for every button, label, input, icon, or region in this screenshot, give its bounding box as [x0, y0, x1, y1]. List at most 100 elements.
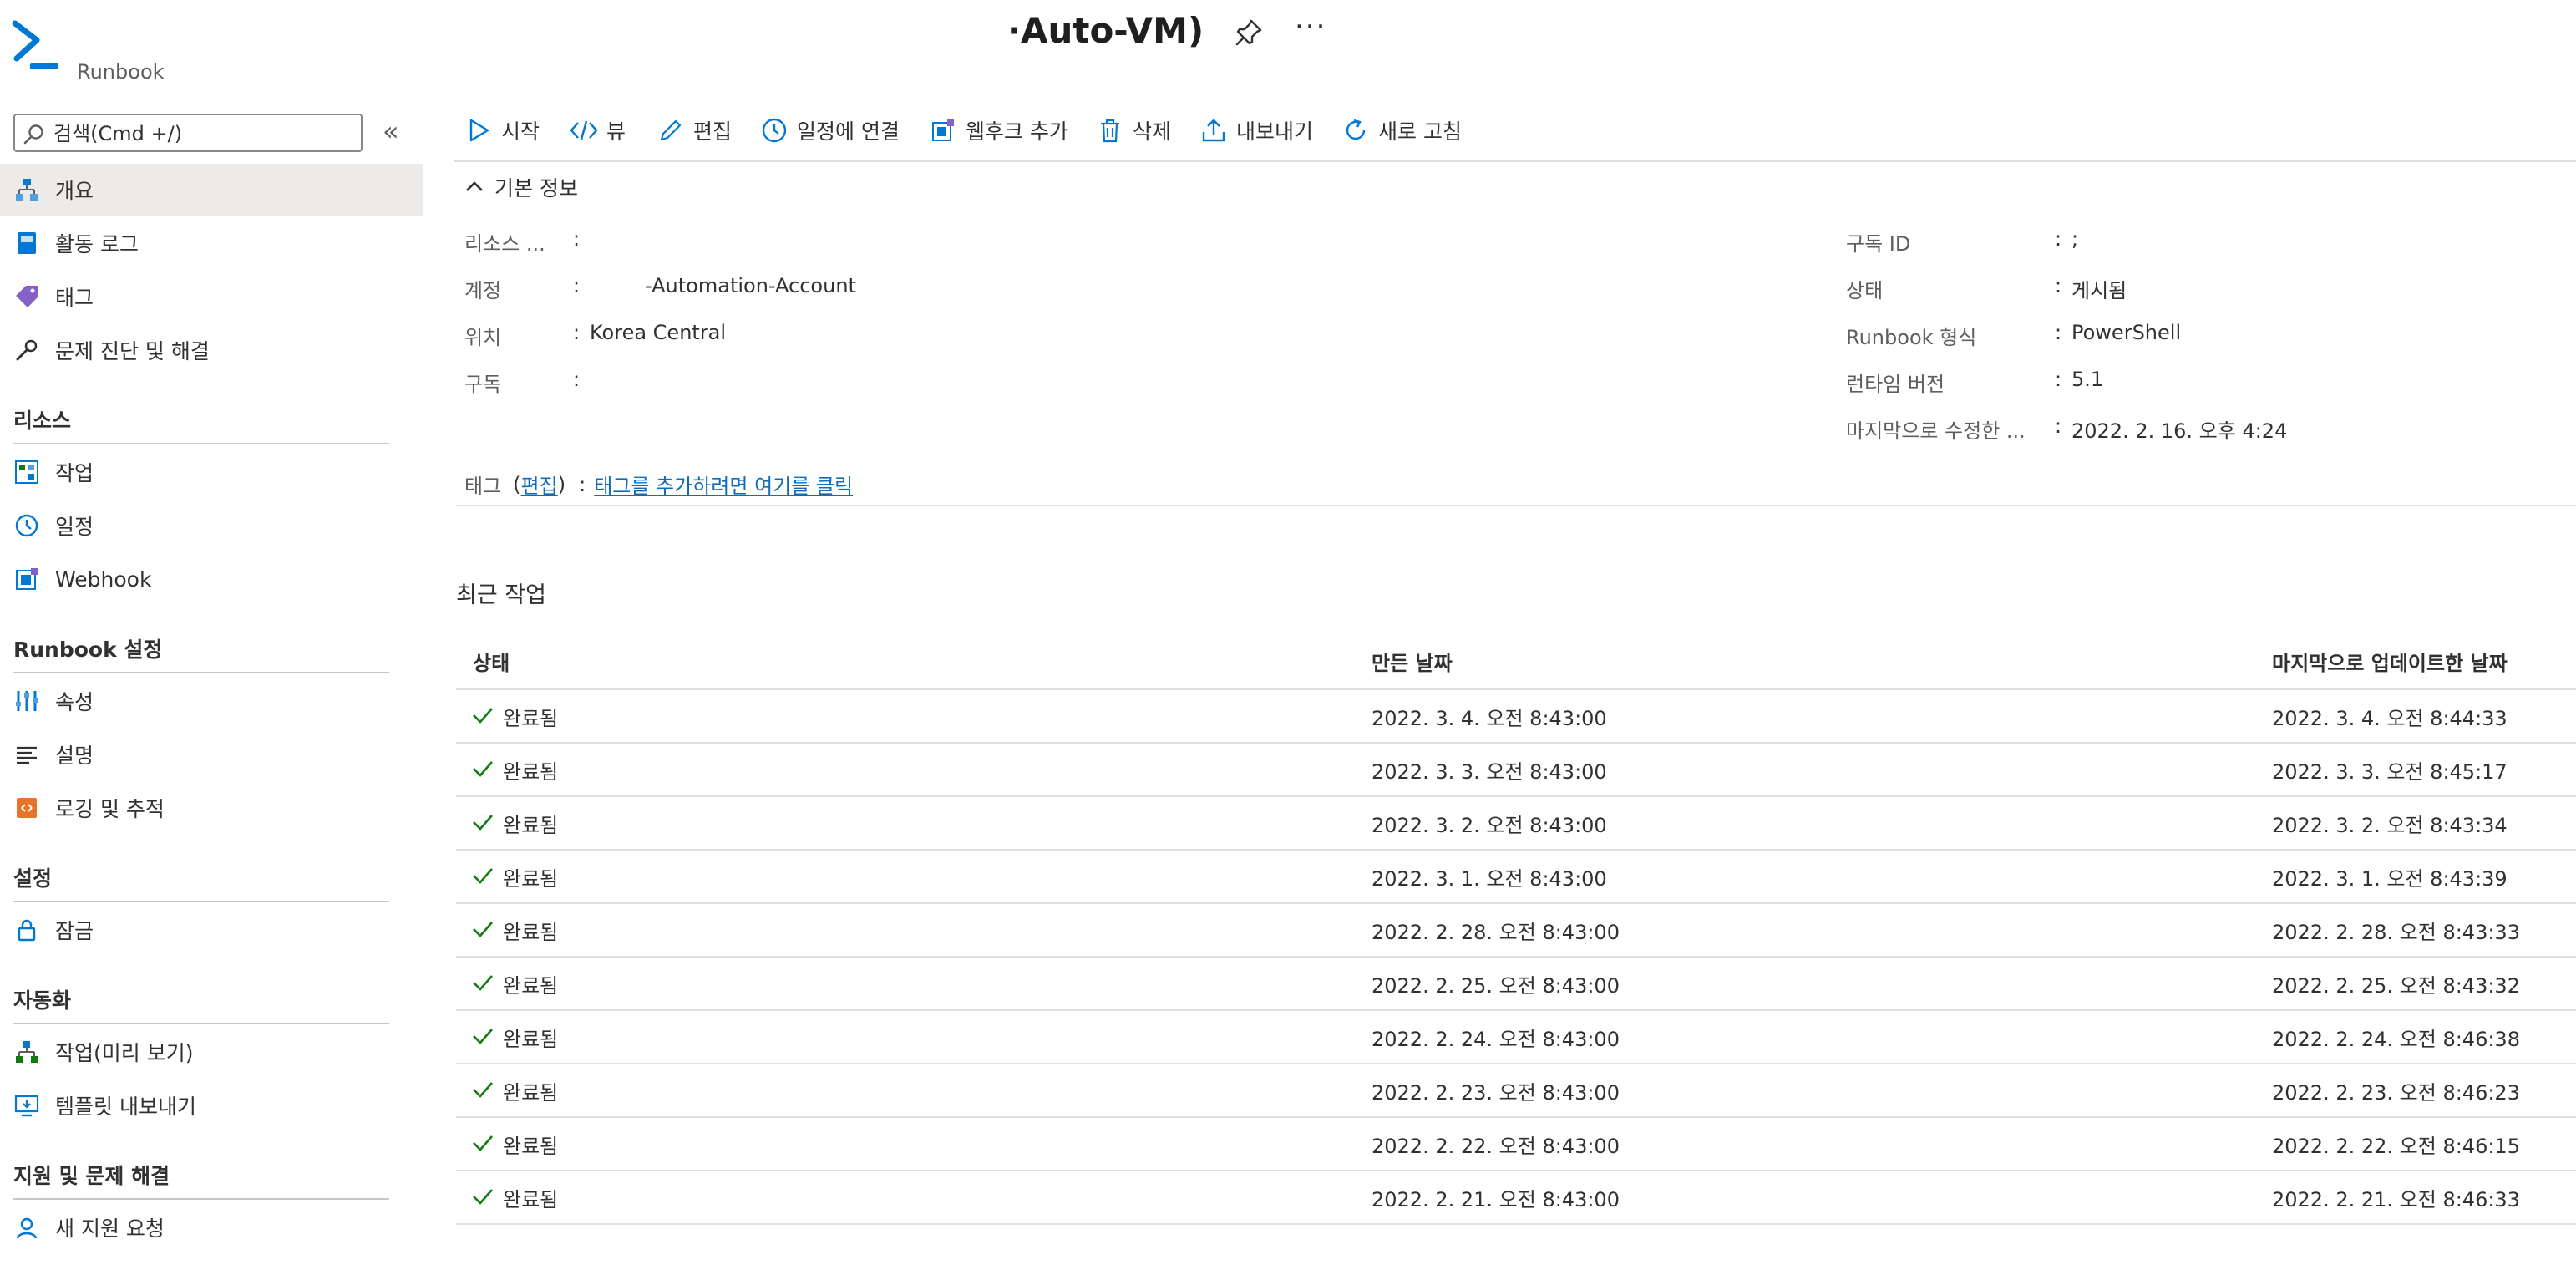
- job-status[interactable]: 완료됨: [503, 969, 558, 998]
- tags-edit-link[interactable]: 편집: [521, 470, 558, 499]
- pencil-icon: [657, 116, 685, 145]
- more-options-button[interactable]: ···: [1295, 10, 1326, 43]
- add-tags-link[interactable]: 태그를 추가하려면 여기를 클릭: [594, 470, 853, 499]
- job-updated: 2022. 2. 24. 오전 8:46:38: [2272, 1028, 2520, 1051]
- table-row[interactable]: 완료됨 2022. 3. 4. 오전 8:43:00 2022. 3. 4. 오전 …: [456, 690, 2576, 744]
- sidebar-item-logging[interactable]: 로깅 및 추적: [0, 782, 423, 834]
- account-label: 계정: [464, 279, 502, 302]
- search-box[interactable]: [13, 114, 363, 152]
- search-input[interactable]: [52, 120, 356, 147]
- table-row[interactable]: 완료됨 2022. 3. 3. 오전 8:43:00 2022. 3. 3. 오전 …: [456, 744, 2576, 797]
- sidebar-item-overview[interactable]: 개요: [0, 164, 423, 216]
- pin-icon[interactable]: [1235, 18, 1263, 47]
- job-status[interactable]: 완료됨: [503, 1076, 558, 1105]
- job-updated: 2022. 2. 28. 오전 8:43:33: [2272, 921, 2520, 944]
- resource-type-label: Runbook: [77, 60, 165, 84]
- job-status[interactable]: 완료됨: [503, 1183, 558, 1212]
- job-updated: 2022. 3. 2. 오전 8:43:34: [2272, 814, 2508, 837]
- sidebar-item-schedules[interactable]: 일정: [0, 500, 423, 551]
- sidebar-item-label: 개요: [55, 179, 94, 203]
- checkmark-icon: [473, 1189, 493, 1205]
- export-button[interactable]: 내보내기: [1199, 112, 1313, 149]
- view-button[interactable]: 뷰: [570, 112, 626, 149]
- job-created: 2022. 2. 28. 오전 8:43:00: [1372, 921, 1620, 944]
- job-status[interactable]: 완료됨: [503, 702, 558, 731]
- job-created: 2022. 3. 2. 오전 8:43:00: [1372, 814, 1607, 837]
- section-divider: [13, 1198, 389, 1200]
- essentials-toggle[interactable]: 기본 정보: [464, 172, 578, 202]
- subscription-id-value: ;: [2071, 227, 2079, 251]
- job-updated: 2022. 3. 1. 오전 8:43:39: [2272, 867, 2508, 891]
- sidebar-item-label: 활동 로그: [55, 232, 139, 257]
- job-status[interactable]: 완료됨: [503, 916, 558, 945]
- logging-icon: [13, 795, 40, 821]
- section-divider: [13, 672, 389, 673]
- status-label: 상태: [1846, 279, 1884, 302]
- clock-icon: [760, 116, 789, 145]
- sidebar-item-label: 잠금: [55, 919, 94, 943]
- table-row[interactable]: 완료됨 2022. 2. 23. 오전 8:43:00 2022. 2. 23. 오…: [456, 1064, 2576, 1118]
- checkmark-icon: [473, 1082, 493, 1098]
- subscription-label: 구독: [464, 373, 502, 396]
- runbook-logo-icon: [12, 20, 58, 69]
- collapse-sidebar-button[interactable]: «: [383, 115, 408, 147]
- edit-button[interactable]: 편집: [657, 112, 732, 149]
- overview-icon: [13, 176, 40, 203]
- job-status[interactable]: 완료됨: [503, 755, 558, 785]
- job-status[interactable]: 완료됨: [503, 1023, 558, 1052]
- table-row[interactable]: 완료됨 2022. 2. 25. 오전 8:43:00 2022. 2. 25. 오…: [456, 958, 2576, 1011]
- sidebar-item-activity-log[interactable]: 활동 로그: [0, 217, 423, 269]
- account-value[interactable]: -Automation-Account: [645, 274, 856, 297]
- job-updated: 2022. 2. 23. 오전 8:46:23: [2272, 1081, 2520, 1105]
- checkmark-icon: [473, 868, 493, 884]
- status-value: 게시됨: [2071, 279, 2127, 302]
- table-row[interactable]: 완료됨 2022. 3. 1. 오전 8:43:00 2022. 3. 1. 오전 …: [456, 851, 2576, 904]
- sidebar-item-export-template[interactable]: 템플릿 내보내기: [0, 1079, 423, 1131]
- job-updated: 2022. 3. 3. 오전 8:45:17: [2272, 760, 2508, 784]
- sidebar-item-webhook[interactable]: Webhook: [0, 553, 423, 605]
- checkmark-icon: [473, 922, 493, 937]
- tags-row: 태그 ( 편집 ) : 태그를 추가하려면 여기를 클릭: [464, 470, 853, 499]
- checkmark-icon: [473, 815, 493, 831]
- sidebar-item-label: 태그: [55, 286, 94, 310]
- checkmark-icon: [473, 708, 493, 724]
- runbook-type-label: Runbook 형식: [1846, 326, 1977, 349]
- table-row[interactable]: 완료됨 2022. 3. 2. 오전 8:43:00 2022. 3. 2. 오전 …: [456, 797, 2576, 851]
- column-header-created[interactable]: 만든 날짜: [1372, 647, 1453, 676]
- location-value: Korea Central: [590, 321, 727, 344]
- job-status[interactable]: 완료됨: [503, 862, 558, 891]
- support-icon: [13, 1214, 40, 1241]
- sidebar-item-jobs[interactable]: 작업: [0, 446, 423, 498]
- sidebar-item-properties[interactable]: 속성: [0, 675, 423, 727]
- delete-button[interactable]: 삭제: [1096, 112, 1171, 149]
- last-modified-label: 마지막으로 수정한 ...: [1846, 419, 2026, 443]
- job-created: 2022. 2. 21. 오전 8:43:00: [1372, 1188, 1620, 1212]
- colon: :: [573, 227, 581, 251]
- job-created: 2022. 3. 3. 오전 8:43:00: [1372, 760, 1607, 784]
- tags-label: 태그: [464, 475, 502, 498]
- refresh-button[interactable]: 새로 고침: [1341, 112, 1462, 149]
- table-row[interactable]: 완료됨 2022. 2. 24. 오전 8:43:00 2022. 2. 24. 오…: [456, 1011, 2576, 1064]
- runtime-version-label: 런타임 버전: [1846, 373, 1945, 396]
- sidebar-item-locks[interactable]: 잠금: [0, 904, 423, 956]
- sidebar-item-description[interactable]: 설명: [0, 729, 423, 780]
- link-schedule-button[interactable]: 일정에 연결: [760, 112, 900, 149]
- table-row[interactable]: 완료됨 2022. 2. 28. 오전 8:43:00 2022. 2. 28. 오…: [456, 904, 2576, 958]
- sidebar-item-tasks-preview[interactable]: 작업(미리 보기): [0, 1026, 423, 1078]
- job-status[interactable]: 완료됨: [503, 1130, 558, 1159]
- column-header-updated[interactable]: 마지막으로 업데이트한 날짜: [2272, 647, 2508, 676]
- sidebar-item-label: 템플릿 내보내기: [55, 1095, 196, 1119]
- table-row[interactable]: 완료됨 2022. 2. 21. 오전 8:43:00 2022. 2. 21. 오…: [456, 1171, 2576, 1225]
- sidebar-item-tags[interactable]: 태그: [0, 271, 423, 323]
- job-status[interactable]: 완료됨: [503, 809, 558, 838]
- start-button[interactable]: 시작: [464, 112, 540, 149]
- sidebar-item-diagnose[interactable]: 문제 진단 및 해결: [0, 324, 423, 376]
- table-row[interactable]: 완료됨 2022. 2. 22. 오전 8:43:00 2022. 2. 22. 오…: [456, 1118, 2576, 1171]
- column-header-status[interactable]: 상태: [473, 647, 510, 676]
- sidebar-item-label: 새 지원 요청: [55, 1217, 165, 1241]
- sidebar-item-new-support-request[interactable]: 새 지원 요청: [0, 1201, 423, 1253]
- trash-icon: [1096, 116, 1124, 145]
- section-header-automation: 자동화: [13, 988, 72, 1013]
- add-webhook-button[interactable]: 웹후크 추가: [929, 112, 1068, 149]
- activity-log-icon: [13, 230, 40, 257]
